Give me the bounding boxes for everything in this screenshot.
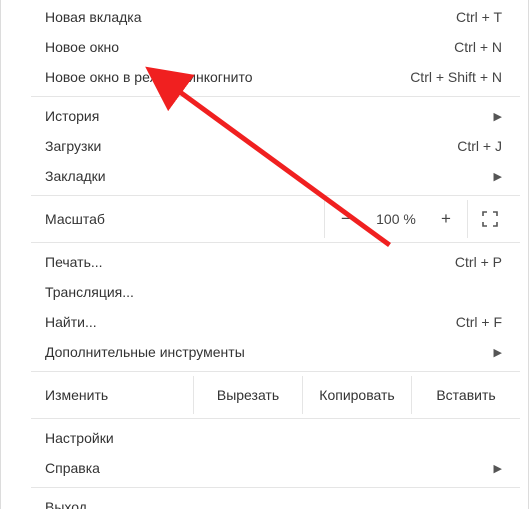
menu-item-shortcut: Ctrl + P — [455, 254, 502, 270]
menu-item-label: Справка — [45, 460, 100, 476]
zoom-value: 100 % — [367, 200, 425, 238]
menu-item-label: Новое окно — [45, 39, 119, 55]
menu-item-label: Закладки — [45, 168, 106, 184]
menu-item-label: Выход — [45, 499, 87, 509]
menu-item-label: Печать... — [45, 254, 103, 270]
menu-item-label: Найти... — [45, 314, 97, 330]
menu-item-find[interactable]: Найти... Ctrl + F — [31, 307, 520, 337]
menu-item-new-tab[interactable]: Новая вкладка Ctrl + T — [31, 2, 520, 32]
menu-item-shortcut: Ctrl + N — [454, 39, 502, 55]
menu-item-more-tools[interactable]: Дополнительные инструменты ▶ — [31, 337, 520, 367]
menu-item-history[interactable]: История ▶ — [31, 101, 520, 131]
menu-item-downloads[interactable]: Загрузки Ctrl + J — [31, 131, 520, 161]
menu-item-shortcut: Ctrl + F — [456, 314, 502, 330]
menu-item-label: Дополнительные инструменты — [45, 344, 245, 360]
chevron-right-icon: ▶ — [494, 462, 502, 475]
menu-divider — [31, 418, 520, 419]
menu-item-label: Новая вкладка — [45, 9, 142, 25]
menu-item-incognito[interactable]: Новое окно в режиме инкогнито Ctrl + Shi… — [31, 62, 520, 92]
menu-item-bookmarks[interactable]: Закладки ▶ — [31, 161, 520, 191]
menu-item-new-window[interactable]: Новое окно Ctrl + N — [31, 32, 520, 62]
menu-item-zoom: Масштаб − 100 % + — [31, 200, 520, 238]
menu-divider — [31, 371, 520, 372]
menu-item-exit[interactable]: Выход — [31, 492, 520, 509]
menu-item-label: Трансляция... — [45, 284, 134, 300]
menu-item-label: История — [45, 108, 99, 124]
zoom-out-button[interactable]: − — [325, 200, 367, 238]
fullscreen-icon — [482, 211, 498, 227]
zoom-in-button[interactable]: + — [425, 200, 467, 238]
menu-item-shortcut: Ctrl + T — [456, 9, 502, 25]
chevron-right-icon: ▶ — [494, 346, 502, 359]
menu-item-help[interactable]: Справка ▶ — [31, 453, 520, 483]
browser-main-menu: Новая вкладка Ctrl + T Новое окно Ctrl +… — [0, 0, 529, 509]
menu-item-label: Изменить — [45, 376, 108, 414]
edit-cut-button[interactable]: Вырезать — [193, 376, 302, 414]
menu-divider — [31, 195, 520, 196]
menu-item-label: Настройки — [45, 430, 114, 446]
menu-item-settings[interactable]: Настройки — [31, 423, 520, 453]
edit-paste-button[interactable]: Вставить — [411, 376, 520, 414]
menu-item-label: Масштаб — [45, 211, 105, 227]
menu-divider — [31, 96, 520, 97]
menu-item-print[interactable]: Печать... Ctrl + P — [31, 247, 520, 277]
fullscreen-button[interactable] — [468, 200, 512, 238]
menu-divider — [31, 242, 520, 243]
menu-divider — [31, 487, 520, 488]
chevron-right-icon: ▶ — [494, 110, 502, 123]
menu-item-shortcut: Ctrl + Shift + N — [410, 69, 502, 85]
menu-item-cast[interactable]: Трансляция... — [31, 277, 520, 307]
menu-item-label: Загрузки — [45, 138, 101, 154]
edit-copy-button[interactable]: Копировать — [302, 376, 411, 414]
chevron-right-icon: ▶ — [494, 170, 502, 183]
menu-item-shortcut: Ctrl + J — [457, 138, 502, 154]
menu-item-label: Новое окно в режиме инкогнито — [45, 69, 253, 85]
menu-item-edit: Изменить Вырезать Копировать Вставить — [31, 376, 520, 414]
